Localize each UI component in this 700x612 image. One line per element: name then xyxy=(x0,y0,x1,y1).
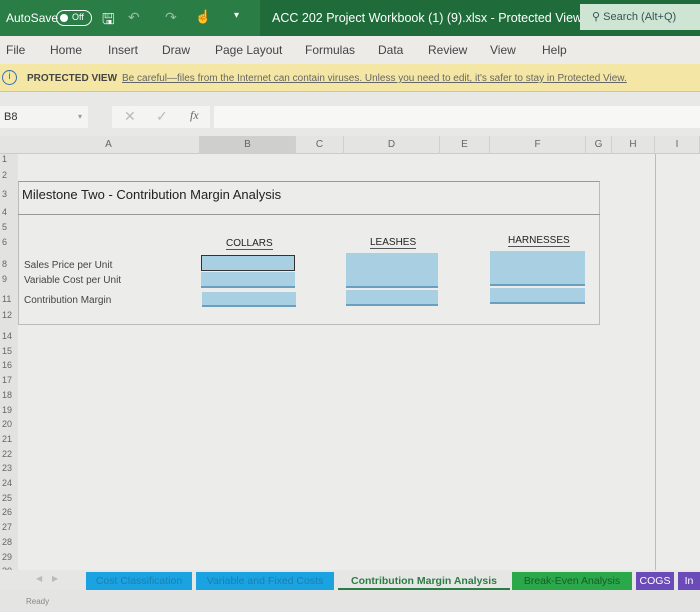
header-harnesses: HARNESSES xyxy=(508,235,570,247)
column-divider xyxy=(655,154,656,570)
cell-b9[interactable] xyxy=(201,272,295,288)
formula-buttons: ✕ ✓ fx xyxy=(112,106,210,128)
row-header-27[interactable]: 27 xyxy=(0,522,18,532)
header-leashes: LEASHES xyxy=(370,237,417,249)
formula-input[interactable] xyxy=(214,106,700,128)
cell-f11[interactable] xyxy=(490,288,585,304)
row-header-2[interactable]: 2 xyxy=(0,170,18,180)
label-sales-price: Sales Price per Unit xyxy=(24,260,113,271)
search-box[interactable]: ⚲ Search (Alt+Q) xyxy=(580,4,700,30)
protected-view-bar: i PROTECTED VIEW Be careful—files from t… xyxy=(0,64,700,92)
info-icon: i xyxy=(2,70,17,85)
row-header-26[interactable]: 26 xyxy=(0,507,18,517)
search-icon: ⚲ xyxy=(592,11,604,23)
row-header-28[interactable]: 28 xyxy=(0,537,18,547)
row-header-25[interactable]: 25 xyxy=(0,493,18,503)
row-header-23[interactable]: 23 xyxy=(0,463,18,473)
autosave-label: AutoSave xyxy=(6,11,59,25)
title-divider xyxy=(18,214,600,215)
row-header-20[interactable]: 20 xyxy=(0,419,18,429)
enter-icon[interactable]: ✓ xyxy=(156,108,168,125)
protected-view-message[interactable]: Be careful—files from the Internet can c… xyxy=(122,73,627,84)
row-header-5[interactable]: 5 xyxy=(0,222,18,232)
menu-insert[interactable]: Insert xyxy=(108,43,138,57)
row-header-21[interactable]: 21 xyxy=(0,434,18,444)
cells-d8-d9[interactable] xyxy=(346,253,438,288)
row-header-1[interactable]: 1 xyxy=(0,154,18,164)
cell-b8-selected[interactable] xyxy=(201,255,295,271)
column-header-d[interactable]: D xyxy=(344,136,440,154)
row-header-22[interactable]: 22 xyxy=(0,449,18,459)
menu-data[interactable]: Data xyxy=(378,43,403,57)
cancel-icon[interactable]: ✕ xyxy=(124,108,136,125)
header-collars: COLLARS xyxy=(226,238,273,250)
save-icon[interactable]: 🖫 xyxy=(102,9,115,34)
column-header-c[interactable]: C xyxy=(296,136,344,154)
redo-icon[interactable]: ↷ xyxy=(165,9,177,26)
tab-variable-fixed-costs[interactable]: Variable and Fixed Costs xyxy=(196,572,334,590)
search-placeholder: Search (Alt+Q) xyxy=(603,11,677,23)
column-header-i[interactable]: I xyxy=(655,136,700,154)
menu-page-layout[interactable]: Page Layout xyxy=(215,43,282,57)
menu-view[interactable]: View xyxy=(490,43,516,57)
document-title[interactable]: ACC 202 Project Workbook (1) (9).xlsx - … xyxy=(272,11,582,25)
row-header-11[interactable]: 11 xyxy=(0,294,18,304)
row-header-24[interactable]: 24 xyxy=(0,478,18,488)
touch-mode-icon[interactable]: ☝ xyxy=(195,9,211,25)
menu-review[interactable]: Review xyxy=(428,43,467,57)
customize-toolbar-icon[interactable]: ▾ xyxy=(234,10,239,21)
cells-f8-f9[interactable] xyxy=(490,251,585,286)
row-header-29[interactable]: 29 xyxy=(0,552,18,562)
protected-view-label: PROTECTED VIEW xyxy=(27,73,118,84)
menu-draw[interactable]: Draw xyxy=(162,43,190,57)
row-header-19[interactable]: 19 xyxy=(0,405,18,415)
cell-d11[interactable] xyxy=(346,290,438,306)
menu-help[interactable]: Help xyxy=(542,43,567,57)
name-box[interactable]: B8 ▾ xyxy=(0,106,88,128)
insert-function-icon[interactable]: fx xyxy=(190,108,199,123)
row-header-8[interactable]: 8 xyxy=(0,259,18,269)
title-bar: AutoSave Off 🖫 ↶ ↷ ☝ ▾ ACC 202 Project W… xyxy=(0,0,700,36)
column-header-b[interactable]: B xyxy=(200,136,296,154)
tab-break-even-analysis[interactable]: Break-Even Analysis xyxy=(512,572,632,590)
tab-income[interactable]: In xyxy=(678,572,700,590)
row-header-17[interactable]: 17 xyxy=(0,375,18,385)
row-header-6[interactable]: 6 xyxy=(0,237,18,247)
row-header-4[interactable]: 4 xyxy=(0,207,18,217)
menu-formulas[interactable]: Formulas xyxy=(305,43,355,57)
column-header-e[interactable]: E xyxy=(440,136,490,154)
tab-cogs[interactable]: COGS xyxy=(636,572,674,590)
sheet-title: Milestone Two - Contribution Margin Anal… xyxy=(22,187,282,202)
row-header-9[interactable]: 9 xyxy=(0,274,18,284)
name-box-value: B8 xyxy=(4,111,18,123)
menu-home[interactable]: Home xyxy=(50,43,82,57)
tab-contribution-margin-analysis[interactable]: Contribution Margin Analysis xyxy=(338,572,510,590)
row-header-15[interactable]: 15 xyxy=(0,346,18,356)
status-bar: Ready xyxy=(0,590,700,612)
row-header-18[interactable]: 18 xyxy=(0,390,18,400)
undo-icon[interactable]: ↶ xyxy=(128,9,140,26)
column-header-g[interactable]: G xyxy=(586,136,612,154)
row-header-12[interactable]: 12 xyxy=(0,310,18,320)
label-contribution-margin: Contribution Margin xyxy=(24,295,112,306)
menu-file[interactable]: File xyxy=(6,43,25,57)
row-header-3[interactable]: 3 xyxy=(0,189,18,199)
column-header-a[interactable]: A xyxy=(18,136,200,154)
tab-scroll-left-icon[interactable]: ◀ xyxy=(36,574,42,583)
column-header-h[interactable]: H xyxy=(612,136,655,154)
chevron-down-icon[interactable]: ▾ xyxy=(78,106,82,128)
column-header-f[interactable]: F xyxy=(490,136,586,154)
autosave-toggle[interactable]: Off xyxy=(56,10,92,26)
tab-cost-classification[interactable]: Cost Classification xyxy=(86,572,192,590)
label-variable-cost: Variable Cost per Unit xyxy=(24,275,122,286)
tab-scroll-right-icon[interactable]: ▶ xyxy=(52,574,58,583)
cell-b11[interactable] xyxy=(202,292,296,307)
row-header-14[interactable]: 14 xyxy=(0,331,18,341)
row-header-16[interactable]: 16 xyxy=(0,360,18,370)
